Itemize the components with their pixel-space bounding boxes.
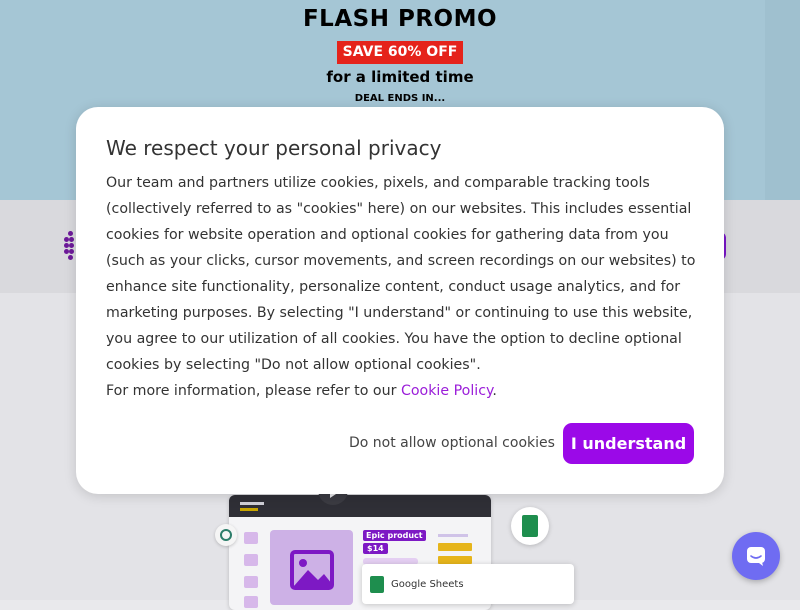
accept-cookies-button[interactable]: I understand <box>563 423 694 464</box>
google-sheets-icon <box>522 515 538 537</box>
promo-edge <box>765 0 800 200</box>
promo-subtitle: for a limited time <box>326 68 474 86</box>
image-placeholder-icon <box>270 530 353 605</box>
dialog-body: Our team and partners utilize cookies, p… <box>106 170 706 404</box>
dots-logo-icon[interactable] <box>64 231 76 261</box>
integration-label: Google Sheets <box>391 579 464 590</box>
product-tag: Epic product <box>363 530 426 541</box>
more-info-suffix: . <box>492 383 497 399</box>
chat-bubble-icon <box>747 547 765 566</box>
promo-discount-badge: SAVE 60% OFF <box>337 41 463 64</box>
more-info-text: For more information, please refer to ou… <box>106 378 706 404</box>
cookie-description: Our team and partners utilize cookies, p… <box>106 175 696 373</box>
google-sheets-icon <box>370 576 384 593</box>
product-price: $14 <box>363 543 388 554</box>
decline-optional-cookies-button[interactable]: Do not allow optional cookies <box>345 432 559 454</box>
chatgpt-icon <box>215 524 237 546</box>
promo-title: FLASH PROMO <box>302 6 498 32</box>
chat-launcher-button[interactable] <box>732 532 780 580</box>
preview-toolbar <box>229 495 491 517</box>
cookie-policy-link[interactable]: Cookie Policy <box>401 383 492 399</box>
promo-deal-countdown: DEAL ENDS IN... <box>354 93 446 104</box>
more-info-prefix: For more information, please refer to ou… <box>106 383 401 399</box>
dialog-title: We respect your personal privacy <box>106 136 442 160</box>
